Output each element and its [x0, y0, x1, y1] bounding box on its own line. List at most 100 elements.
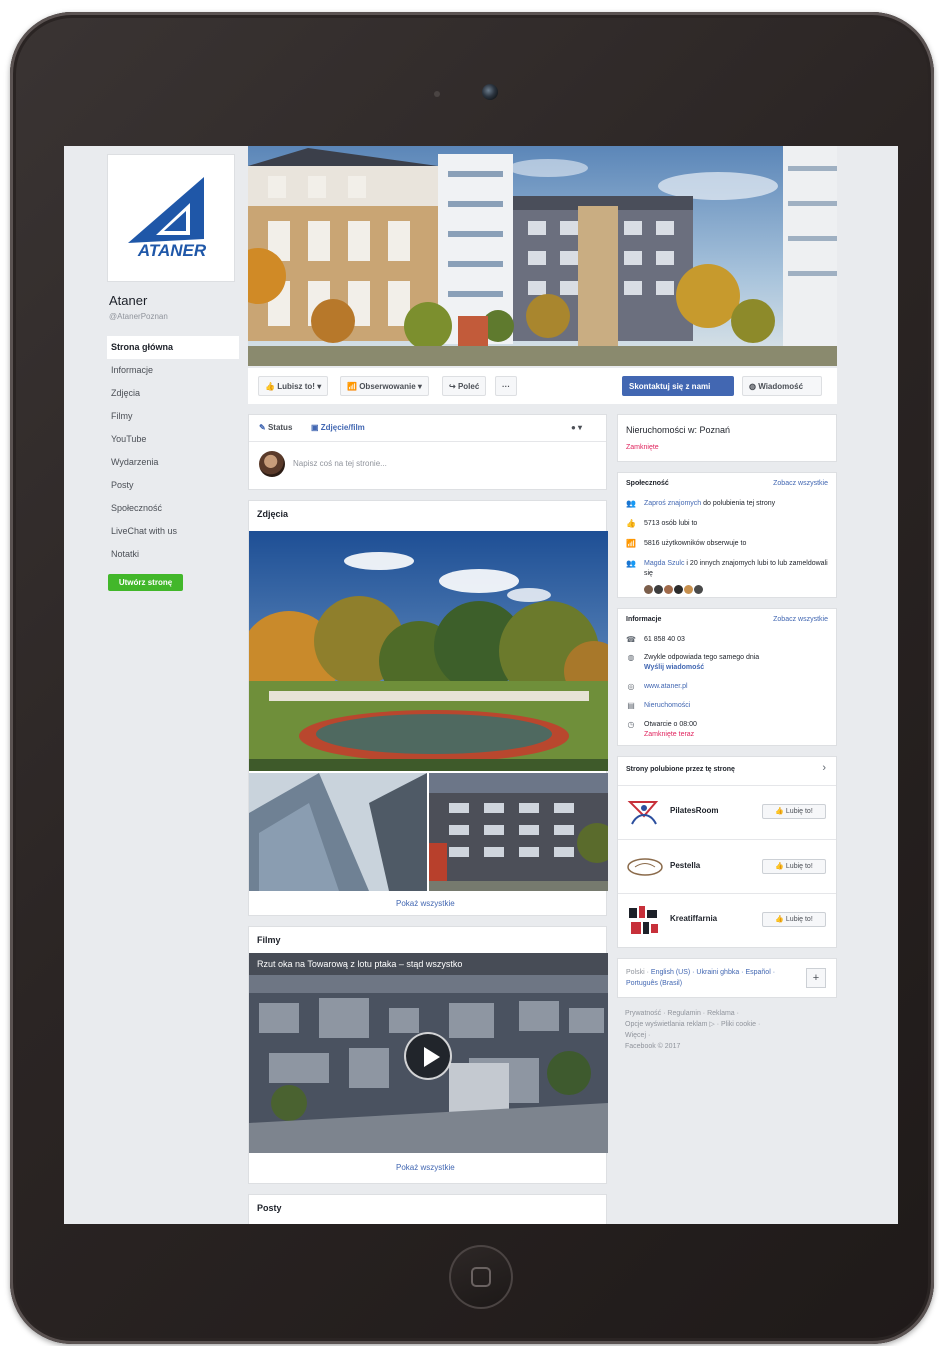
- followers-count: 5816 użytkowników obserwuje to: [644, 540, 747, 547]
- nav-item-events[interactable]: Wydarzenia: [107, 451, 239, 474]
- friend-avatar[interactable]: [674, 585, 683, 594]
- like-page-button[interactable]: 👍 Lubię to!: [762, 912, 826, 927]
- nav-item-youtube[interactable]: YouTube: [107, 428, 239, 451]
- liked-page-name[interactable]: Kreatiffarnia: [670, 914, 717, 923]
- posts-title[interactable]: Posty: [257, 1203, 282, 1213]
- more-options-button[interactable]: ···: [495, 376, 517, 396]
- liked-page-name[interactable]: Pestella: [670, 861, 700, 870]
- status-tab[interactable]: ✎ Status: [259, 423, 292, 432]
- like-button-label: Lubię to!: [785, 916, 813, 923]
- nav-item-home[interactable]: Strona główna: [107, 336, 239, 359]
- like-page-button[interactable]: 👍 Lubisz to! ▾: [258, 376, 329, 396]
- send-message-button[interactable]: ◍ Wiadomość: [742, 376, 822, 396]
- page-profile-picture[interactable]: ATANER: [107, 154, 235, 282]
- photo-park-lake[interactable]: [249, 531, 608, 771]
- photos-title[interactable]: Zdjęcia: [257, 509, 288, 519]
- likes-count-row: 👍 5713 osób lubi to: [626, 519, 830, 529]
- website-link[interactable]: www.ataner.pl: [644, 682, 688, 692]
- composer-input[interactable]: Napisz coś na tej stronie...: [293, 459, 387, 468]
- community-see-all-link[interactable]: Zobacz wszystkie: [773, 480, 828, 487]
- play-icon[interactable]: [404, 1032, 452, 1080]
- left-sidebar: ATANER Ataner @AtanerPoznan Strona główn…: [64, 146, 244, 1224]
- follow-label: Obserwowanie: [359, 382, 416, 391]
- ataner-logo: ATANER: [128, 177, 207, 260]
- like-button-label: Lubię to!: [785, 863, 813, 870]
- pestella-logo[interactable]: [626, 856, 664, 878]
- friends-like-row: 👥 Magda Szulc i 20 innych znajomych lubi…: [626, 559, 830, 579]
- nav-item-posts[interactable]: Posty: [107, 474, 239, 497]
- nav-item-videos[interactable]: Filmy: [107, 405, 239, 428]
- closed-now-status: Zamknięte teraz: [644, 731, 695, 738]
- nav-item-livechat[interactable]: LiveChat with us: [107, 520, 239, 543]
- share-label: Poleć: [457, 382, 480, 391]
- about-card: Informacje Zobacz wszystkie ☎ 61 858 40 …: [617, 608, 837, 746]
- community-card: Społeczność Zobacz wszystkie 👥 Zaproś zn…: [617, 472, 837, 598]
- language-list: Polski · English (US) · Ukraini ghbka · …: [626, 969, 776, 987]
- like-page-button[interactable]: 👍 Lubię to!: [762, 804, 826, 819]
- contact-us-button[interactable]: Skontaktuj się z nami: [622, 376, 734, 396]
- send-message-link[interactable]: Wyślij wiadomość: [644, 664, 704, 671]
- like-page-label: Lubisz to!: [277, 382, 315, 391]
- photos-section: Zdjęcia Pokaż wszystkie: [248, 500, 608, 916]
- photo-video-tab[interactable]: ▣ Zdjęcie/film: [311, 423, 365, 432]
- friend-avatars: [644, 585, 703, 594]
- liked-page-name[interactable]: PilatesRoom: [670, 806, 718, 815]
- cover-photo[interactable]: [248, 146, 837, 366]
- liked-page-item: PilatesRoom 👍 Lubię to!: [618, 785, 836, 839]
- friend-avatar[interactable]: [654, 585, 663, 594]
- phone-icon: ☎: [626, 635, 636, 644]
- invite-friends-link[interactable]: Zaproś znajomych: [644, 500, 701, 507]
- videos-see-all-link[interactable]: Pokaż wszystkie: [396, 1163, 455, 1172]
- photos-see-all-link[interactable]: Pokaż wszystkie: [396, 899, 455, 908]
- friend-name-link[interactable]: Magda Szulc: [644, 560, 684, 567]
- like-page-button[interactable]: 👍 Lubię to!: [762, 859, 826, 874]
- friend-avatar[interactable]: [644, 585, 653, 594]
- friend-avatar[interactable]: [664, 585, 673, 594]
- invite-friends-text: do polubienia tej strony: [703, 500, 776, 507]
- globe-icon: ◎: [627, 682, 635, 691]
- friend-avatar[interactable]: [694, 585, 703, 594]
- friends-icon: 👥: [626, 559, 636, 568]
- friend-avatar[interactable]: [684, 585, 693, 594]
- share-button[interactable]: ↪ Poleć: [442, 376, 487, 396]
- liked-pages-title: Strony polubione przez tę stronę: [626, 766, 735, 773]
- liked-page-item: Pestella 👍 Lubię to!: [618, 839, 836, 893]
- nav-item-photos[interactable]: Zdjęcia: [107, 382, 239, 405]
- videos-title[interactable]: Filmy: [257, 935, 281, 945]
- create-page-button[interactable]: Utwórz stronę: [108, 574, 183, 591]
- videos-section: Filmy Rzut oka na Towarową z lotu ptaka …: [248, 926, 608, 1184]
- footer-links-3[interactable]: Więcej ·: [625, 1030, 835, 1041]
- category-link[interactable]: Nieruchomości: [644, 701, 690, 711]
- follow-button[interactable]: 📶 Obserwowanie ▾: [340, 376, 429, 396]
- phone-number[interactable]: 61 858 40 03: [644, 635, 685, 645]
- about-see-all-link[interactable]: Zobacz wszystkie: [773, 616, 828, 623]
- photo-apartment-block[interactable]: [429, 773, 608, 891]
- pilatesroom-logo[interactable]: [626, 796, 662, 830]
- share-icon: ↪: [449, 382, 456, 391]
- nav-item-notes[interactable]: Notatki: [107, 543, 239, 566]
- footer-links-2[interactable]: Opcje wyświetlania reklam ▷ · Pliki cook…: [625, 1019, 835, 1030]
- likes-count: 5713 osób lubi to: [644, 520, 698, 527]
- language-links[interactable]: English (US) · Ukraini ghbka · Español ·…: [626, 969, 775, 987]
- photo-glass-tower[interactable]: [249, 773, 427, 891]
- category-row: ▤ Nieruchomości: [626, 701, 830, 711]
- video-player[interactable]: Rzut oka na Towarową z lotu ptaka – stąd…: [249, 953, 608, 1153]
- ambient-sensor: [434, 91, 440, 97]
- nav-item-info[interactable]: Informacje: [107, 359, 239, 382]
- chevron-right-icon[interactable]: ›: [822, 762, 826, 774]
- footer-links-1[interactable]: Prywatność · Regulamin · Reklama ·: [625, 1008, 835, 1019]
- home-button[interactable]: [449, 1245, 513, 1309]
- kreatiffarnia-logo[interactable]: [626, 904, 662, 938]
- page-name[interactable]: Ataner: [109, 293, 147, 308]
- category-status: Zamknięte: [626, 444, 659, 451]
- post-composer: ✎ Status ▣ Zdjęcie/film ● ▾ Napisz coś n…: [248, 414, 607, 490]
- nav-item-community[interactable]: Społeczność: [107, 497, 239, 520]
- send-message-label: Wiadomość: [758, 382, 804, 391]
- page-navigation: Strona główna Informacje Zdjęcia Filmy Y…: [107, 336, 239, 566]
- audience-selector[interactable]: ● ▾: [571, 423, 582, 432]
- add-language-button[interactable]: +: [806, 968, 826, 988]
- thumbs-up-icon: 👍: [626, 519, 636, 528]
- page-handle[interactable]: @AtanerPoznan: [109, 312, 168, 321]
- category-title[interactable]: Nieruchomości w: Poznań: [626, 425, 730, 435]
- liked-pages-card: Strony polubione przez tę stronę › Pilat…: [617, 756, 837, 948]
